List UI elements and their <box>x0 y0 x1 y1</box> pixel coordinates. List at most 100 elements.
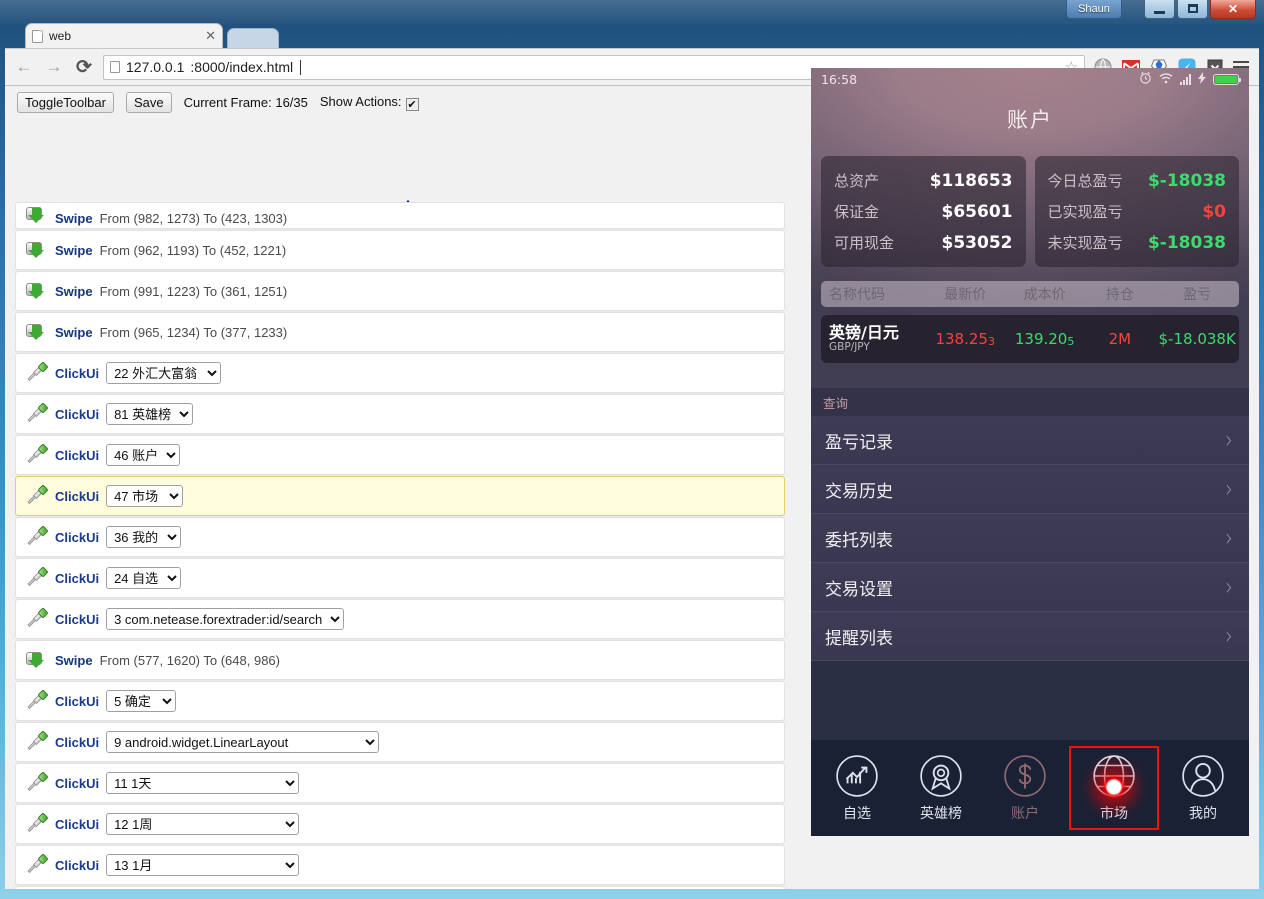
close-button[interactable]: ✕ <box>1210 0 1256 19</box>
table-column-header: 成本价 <box>1023 287 1066 303</box>
action-row[interactable]: ClickUi 47 市场 <box>15 476 785 516</box>
menu-item-label: 委托列表 <box>825 530 893 551</box>
action-row[interactable]: Swipe From (962, 1193) To (452, 1221) <box>15 230 785 270</box>
action-row[interactable]: Swipe From (577, 1620) To (648, 986) <box>15 640 785 680</box>
summary-card-right: 今日总盈亏 $-18038 已实现盈亏 $0 未实现盈亏 $-18038 <box>1034 156 1239 267</box>
summary-label: 保证金 <box>834 203 880 221</box>
tab-账户[interactable]: 账户 <box>985 754 1065 823</box>
action-row[interactable]: ClickUi 9 android.widget.LinearLayout <box>15 722 785 762</box>
chevron-right-icon: › <box>1225 572 1233 602</box>
action-row[interactable]: ClickUi 13 1月 <box>15 845 785 885</box>
action-row[interactable]: ClickUi 3 com.netease.forextrader:id/sear… <box>15 599 785 639</box>
status-time: 16:58 <box>821 71 858 87</box>
action-row[interactable]: ClickUi 36 我的 <box>15 517 785 557</box>
action-target-select[interactable]: 36 我的 <box>106 526 182 548</box>
action-target-select[interactable]: 22 外汇大富翁 <box>106 362 222 384</box>
action-type-label: ClickUi <box>55 857 100 873</box>
action-type-label: ClickUi <box>55 734 100 750</box>
menu-item[interactable]: 盈亏记录 › <box>811 416 1249 465</box>
maximize-button[interactable] <box>1177 0 1208 19</box>
action-type-label: ClickUi <box>55 529 100 545</box>
action-row[interactable]: ClickUi 12 1周 <box>15 804 785 844</box>
url-path: :8000/index.html <box>190 59 294 75</box>
toggle-toolbar-button[interactable]: ToggleToolbar <box>17 91 114 113</box>
back-icon[interactable]: ← <box>13 56 35 78</box>
summary-line: 保证金 $65601 <box>834 196 1013 227</box>
summary-card-left: 总资产 $118653 保证金 $65601 可用现金 $53052 <box>821 156 1026 267</box>
action-row[interactable]: ClickUi 5 确定 <box>15 681 785 721</box>
cost-price-sub: 5 <box>1067 335 1075 348</box>
position-name: 英镑/日元 GBP/JPY <box>821 324 926 353</box>
reload-icon[interactable]: ⟳ <box>73 56 95 78</box>
action-target-select[interactable]: 11 1天 <box>106 772 300 794</box>
swipe-icon <box>26 321 48 343</box>
tab-label: 自选 <box>843 805 871 822</box>
pipette-icon <box>26 730 49 753</box>
forward-icon[interactable]: → <box>43 56 65 78</box>
new-tab-button[interactable] <box>227 28 279 48</box>
pipette-icon <box>26 689 49 712</box>
chart-circle-icon <box>835 754 879 798</box>
action-row[interactable]: ClickUi14 3月 <box>15 886 785 889</box>
position-row[interactable]: 英镑/日元 GBP/JPY 138.253 139.205 2M $-18.03… <box>821 315 1239 363</box>
action-target-select[interactable]: 12 1周 <box>106 813 300 835</box>
action-target-select[interactable]: 81 英雄榜 <box>106 403 194 425</box>
dollar-circle-icon <box>1003 754 1047 798</box>
tab-英雄榜[interactable]: 英雄榜 <box>901 754 981 823</box>
summary-value: $0 <box>1202 202 1226 222</box>
menu-item[interactable]: 委托列表 › <box>811 514 1249 563</box>
tab-市场[interactable]: 市场 <box>1069 746 1159 830</box>
menu-item-label: 提醒列表 <box>825 628 893 649</box>
window-controls: ✕ <box>1144 0 1256 19</box>
action-row[interactable]: ClickUi 81 英雄榜 <box>15 394 785 434</box>
action-arguments: From (577, 1620) To (648, 986) <box>99 652 280 668</box>
action-type-label: ClickUi <box>55 365 100 381</box>
action-target-select[interactable]: 9 android.widget.LinearLayout <box>106 731 380 753</box>
action-row[interactable]: ClickUi 24 自选 <box>15 558 785 598</box>
action-type-label: ClickUi <box>55 693 100 709</box>
action-row[interactable]: Swipe From (991, 1223) To (361, 1251) <box>15 271 785 311</box>
phone-screen-preview: 16:58 账户 总资产 $118653 保证金 $65601 可用现金 $53… <box>811 68 1249 836</box>
minimize-button[interactable] <box>1144 0 1175 19</box>
action-row[interactable]: ClickUi 22 外汇大富翁 <box>15 353 785 393</box>
os-window: Shaun ✕ web ✕ ← → ⟳ 127.0.0.1 :8000/inde… <box>0 0 1264 899</box>
swipe-icon <box>26 280 48 302</box>
action-row[interactable]: ClickUi 46 账户 <box>15 435 785 475</box>
tab-我的[interactable]: 我的 <box>1163 754 1243 823</box>
action-list: Swipe From (982, 1273) To (423, 1303) Swip… <box>15 202 785 889</box>
action-type-label: ClickUi <box>55 816 100 832</box>
show-actions-checkbox[interactable]: ✔ <box>405 97 419 111</box>
action-type-label: Swipe <box>55 211 93 226</box>
phone-header: 16:58 账户 总资产 $118653 保证金 $65601 可用现金 $53… <box>811 68 1249 388</box>
chevron-right-icon: › <box>1225 425 1233 455</box>
save-button[interactable]: Save <box>125 91 172 113</box>
action-row[interactable]: Swipe From (965, 1234) To (377, 1233) <box>15 312 785 352</box>
tab-label: 市场 <box>1100 805 1128 822</box>
browser-tab-web[interactable]: web ✕ <box>25 23 223 48</box>
action-type-label: Swipe <box>55 324 93 340</box>
tab-close-icon[interactable]: ✕ <box>205 28 216 44</box>
action-target-select[interactable]: 3 com.netease.forextrader:id/search <box>106 608 345 630</box>
menu-item[interactable]: 提醒列表 › <box>811 612 1249 661</box>
alarm-icon <box>1139 71 1152 87</box>
summary-line: 总资产 $118653 <box>834 165 1013 196</box>
menu-item[interactable]: 交易设置 › <box>811 563 1249 612</box>
action-row[interactable]: Swipe From (982, 1273) To (423, 1303) <box>15 202 785 229</box>
text-caret <box>300 59 302 75</box>
action-row[interactable]: ClickUi 11 1天 <box>15 763 785 803</box>
status-icons <box>1139 71 1241 87</box>
positions-table-header: 名称代码 最新价 成本价 持仓 盈亏 <box>821 281 1239 307</box>
pipette-icon <box>26 402 49 425</box>
action-target-select[interactable]: 47 市场 <box>106 485 184 507</box>
table-column-header: 名称代码 <box>829 287 885 303</box>
action-target-select[interactable]: 46 账户 <box>106 444 181 466</box>
last-price-value: 138.25 <box>935 330 988 348</box>
page-info-icon[interactable] <box>110 61 120 73</box>
user-chip[interactable]: Shaun <box>1066 0 1122 19</box>
action-target-select[interactable]: 13 1月 <box>106 854 300 876</box>
action-target-select[interactable]: 24 自选 <box>106 567 182 589</box>
menu-item[interactable]: 交易历史 › <box>811 465 1249 514</box>
summary-line: 可用现金 $53052 <box>834 227 1013 258</box>
tab-自选[interactable]: 自选 <box>817 754 897 823</box>
action-target-select[interactable]: 5 确定 <box>106 690 177 712</box>
